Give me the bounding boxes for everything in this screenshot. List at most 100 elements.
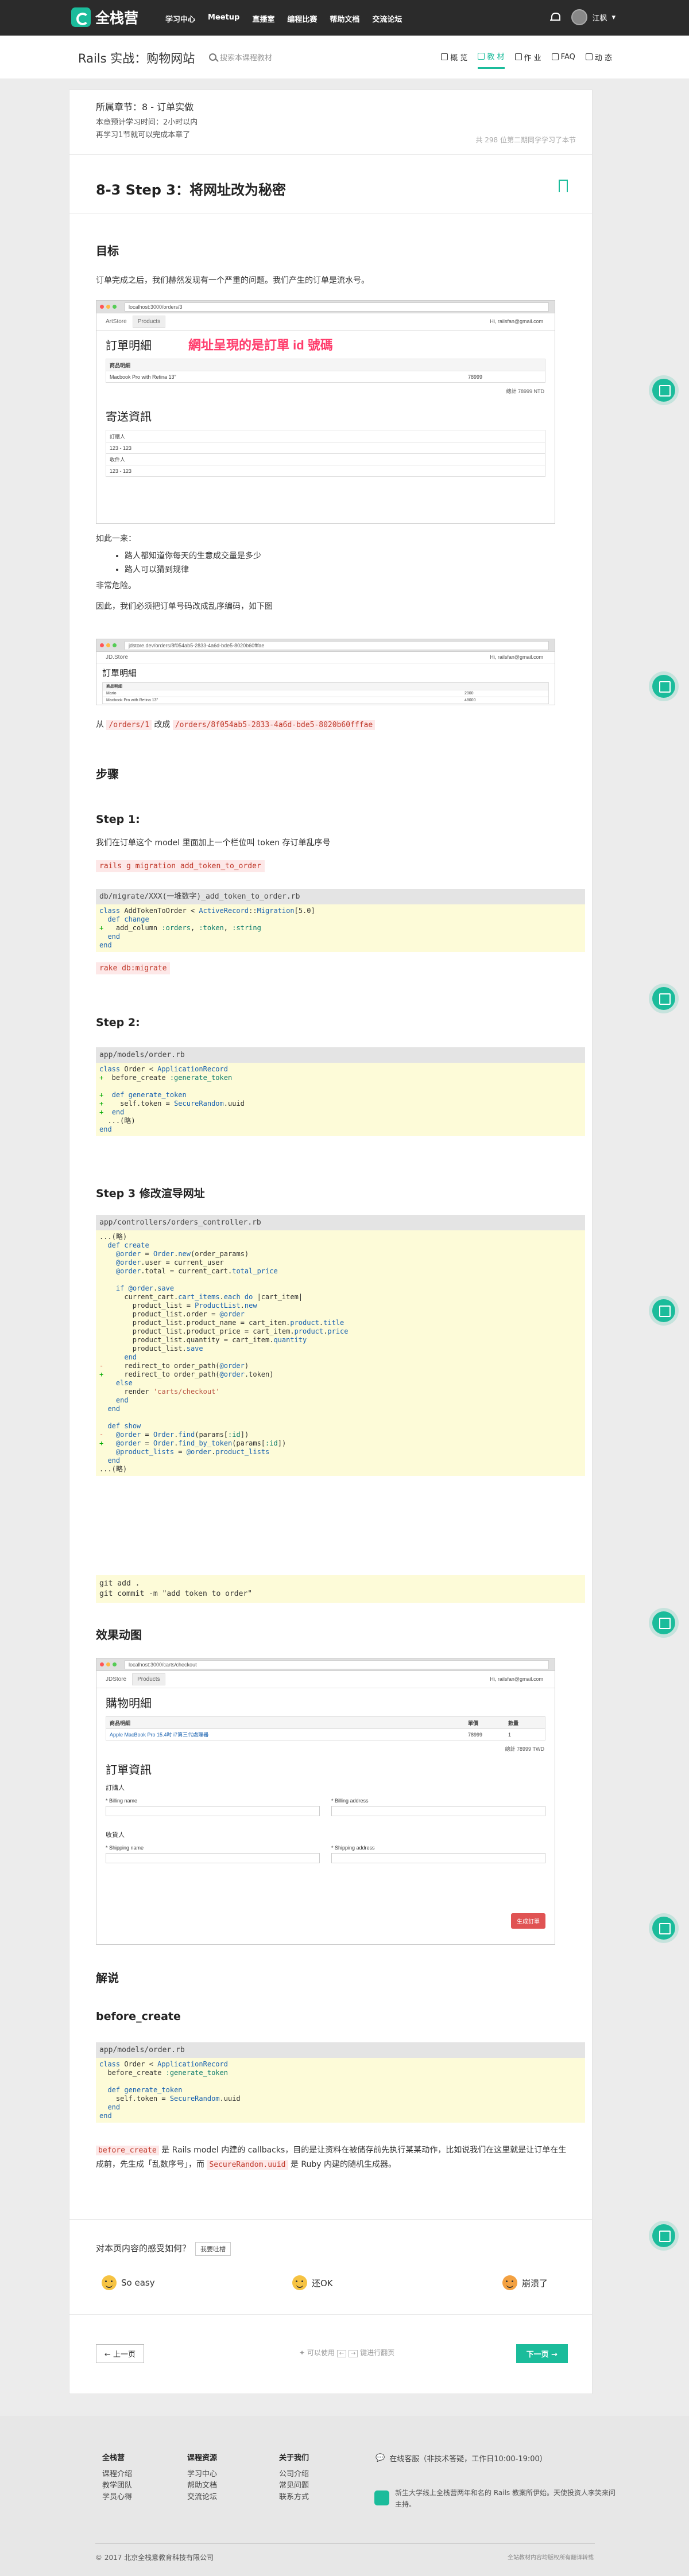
prev-button[interactable]: ← 上一页 [96,2344,145,2363]
nav-meetup[interactable]: Meetup [208,13,239,24]
progress-remaining: 再学习1节就可以完成本章了 [96,131,191,139]
footer-logo-icon [374,2490,389,2505]
activity-icon [585,53,593,60]
order-table: 商品明細 Mario 2000 Macbook Pro with Retina 1… [102,682,549,704]
footer-link[interactable]: 联系方式 [279,2492,309,2503]
cmd-migrate: rake db:migrate [96,962,171,974]
table-row: Macbook Pro with Retina 13" 78999 [106,371,545,382]
emotion-crash[interactable]: 崩溃了 [502,2275,548,2290]
course-search[interactable]: 搜索本课程教材 [209,52,272,63]
nav-docs[interactable]: 帮助文档 [330,13,359,24]
nav-learning-center[interactable]: 学习中心 [165,13,195,24]
topbar-user-area: 江枫 ▾ [549,9,616,25]
shot-submit-button: 生成訂單 [511,1913,545,1929]
app-brand: ArtStore [106,318,127,325]
step1-text: 我们在订单这个 model 里面加上一个栏位叫 token 存订单乱序号 [96,838,331,848]
url-bar: localhost:3000/orders/3 [125,302,549,312]
pager-hint: ✦ 可以使用 ← → 键进行翻页 [299,2348,394,2357]
search-input[interactable]: 搜索本课程教材 [220,52,272,63]
emotion-ok[interactable]: 还OK [292,2275,333,2290]
billing-name-field [106,1806,320,1816]
footer-link[interactable]: 教学团队 [102,2480,132,2492]
floating-note-icon[interactable] [652,2224,675,2247]
shipping-address-label: * Shipping address [331,1845,375,1851]
footer-link[interactable]: 学习中心 [187,2469,217,2480]
tab-overview-label: 概 览 [450,53,468,63]
cell: 48000 [465,698,476,702]
code-filename: db/migrate/XXX(一堆数字)_add_token_to_order.… [96,889,585,904]
tab-homework[interactable]: 作 业 [514,50,541,69]
bullet-list: 路人都知道你每天的生意成交量是多少 路人可以猜到规律 [117,549,261,577]
footer-service[interactable]: 💬 在线客服（非技术答疑，工作日10:00-19:00） [376,2453,547,2464]
floating-note-icon[interactable] [652,675,675,698]
shot-total: 總計 78999 TWD [505,1746,544,1752]
code-block-controller: app/controllers/orders_controller.rb ...… [96,1215,585,1476]
explain-heading: 解说 [96,1971,119,1985]
floating-note-icon[interactable] [652,379,675,402]
course-subbar: Rails 实战：购物网站 搜索本课程教材 概 览 教 材 作 业 FAQ 动 … [0,36,689,79]
brand-logo[interactable]: 全栈营 [71,7,138,28]
tab-activity[interactable]: 动 态 [585,50,612,69]
emotion-label: So easy [121,2278,155,2288]
tab-faq[interactable]: FAQ [551,50,575,69]
explain-code-2: SecureRandom.uuid [207,2160,288,2170]
code-body: class AddTokenToOrder < ActiveRecord::Mi… [99,907,315,949]
nav-live[interactable]: 直播室 [252,13,274,24]
cell: 2000 [465,691,474,696]
footer-link[interactable]: 交流论坛 [187,2492,217,2503]
divider [69,154,592,155]
nav-forum[interactable]: 交流论坛 [372,13,402,24]
cell: Macbook Pro with Retina 13" [110,374,176,380]
bell-icon[interactable] [549,12,561,22]
top-navbar: 全栈营 学习中心 Meetup 直播室 编程比赛 帮助文档 交流论坛 江枫 ▾ [0,0,689,36]
browser-bar: jdstore.dev/orders/8f054ab5-2833-4a6d-bd… [96,639,555,652]
shot-title: 訂單明細 [102,669,137,678]
billing-address-label: * Billing address [331,1798,369,1804]
browser-bar: localhost:3000/carts/checkout [96,1658,555,1671]
browser-bar: localhost:3000/orders/3 [96,301,555,313]
table-row: 商品明細 單價 數量 [106,1717,545,1728]
app-tab: Products [132,316,166,328]
tab-materials[interactable]: 教 材 [478,50,505,69]
explain-paragraph: before_create 是 Rails model 内建的 callback… [96,2143,567,2172]
code-body: class Order < ApplicationRecord + before… [99,1065,245,1133]
shipping-fields: * Shipping name * Shipping address [96,1839,555,1863]
footer-link[interactable]: 课程介绍 [102,2469,132,2480]
app-tab: Products [132,1673,165,1685]
table-row: 123 - 123 [106,442,545,453]
goal-text: 订单完成之后，我们赫然发现有一个严重的问题。我们产生的订单是流水号。 [96,276,369,285]
nav-contest[interactable]: 编程比赛 [287,13,317,24]
footer-col-1: 全栈营 课程介绍 教学团队 学员心得 [102,2453,132,2503]
step3-heading: Step 3 修改渲导网址 [96,1187,205,1200]
step2-heading: Step 2: [96,1016,140,1029]
annotation-text: 網址呈現的是訂單 id 號碼 [188,338,333,352]
code-body: ...(略) def create @order = Order.new(ord… [99,1233,349,1473]
emotion-easy[interactable]: So easy [102,2275,155,2290]
feedback-button[interactable]: 我要吐槽 [195,2242,231,2256]
course-title[interactable]: Rails 实战：购物网站 [78,49,195,67]
cell: 商品明細 [110,1720,131,1726]
footer-link[interactable]: 学员心得 [102,2492,132,2503]
max-dot [113,1662,117,1666]
chapter-label[interactable]: 所属章节：8 - 订单实做 [96,99,193,113]
feedback-label: 对本页内容的感受如何？ [96,2243,191,2253]
footer-link[interactable]: 帮助文档 [187,2480,217,2492]
floating-note-icon[interactable] [652,1917,675,1940]
explain-code-1: before_create [96,2146,159,2155]
footer-description: 新生大学线上全栈营两年和名的 Rails 教案所伊始。天使投资人李笑来问主持。 [395,2489,616,2508]
emotion-label: 还OK [312,2278,333,2289]
floating-note-icon[interactable] [652,1299,675,1322]
before-create-heading: before_create [96,2010,181,2023]
bookmark-icon[interactable] [559,180,568,193]
billing-fields: * Billing name * Billing address [96,1792,555,1816]
footer-link[interactable]: 常见问题 [279,2480,309,2492]
floating-note-icon[interactable] [652,987,675,1010]
order-table: 商品明細 Macbook Pro with Retina 13" 78999 [106,359,545,383]
from-path: /orders/1 [106,720,152,730]
user-menu[interactable]: 江枫 ▾ [571,9,616,25]
neutral-icon [292,2275,307,2290]
next-button[interactable]: 下一页 → [516,2344,568,2363]
footer-link[interactable]: 公司介绍 [279,2469,309,2480]
floating-note-icon[interactable] [652,1611,675,1634]
tab-overview[interactable]: 概 览 [441,50,467,69]
